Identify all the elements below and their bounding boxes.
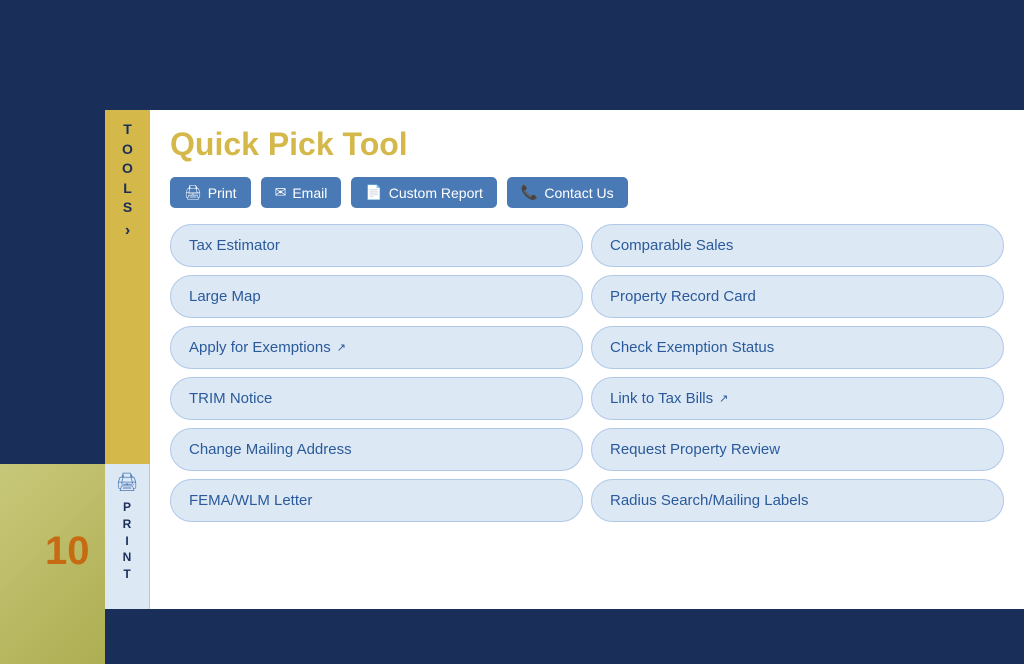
apply-for-exemptions-label: Apply for Exemptions [189, 339, 331, 356]
custom-report-label: Custom Report [389, 185, 483, 201]
tools-grid: Tax Estimator Comparable Sales Large Map… [170, 224, 1004, 522]
radius-search-button[interactable]: Radius Search/Mailing Labels [591, 479, 1004, 522]
print-label: Print [208, 185, 237, 201]
external-link-icon-2: ↗ [719, 392, 728, 405]
tools-label: TOOLS [122, 120, 133, 218]
map-number-10: 10 [45, 529, 90, 574]
external-link-icon: ↗ [337, 341, 346, 354]
property-record-card-label: Property Record Card [610, 288, 756, 305]
trim-notice-button[interactable]: TRIM Notice [170, 377, 583, 420]
main-panel: TOOLS › Quick Pick Tool 🖨 Print ✉ Email … [105, 110, 1024, 609]
check-exemption-status-button[interactable]: Check Exemption Status [591, 326, 1004, 369]
page-title: Quick Pick Tool [170, 126, 1004, 163]
trim-notice-label: TRIM Notice [189, 390, 272, 407]
bottom-strip [105, 609, 1024, 664]
contact-us-label: Contact Us [544, 185, 613, 201]
print-sidebar-label: PRINT [123, 499, 132, 583]
content-area: Quick Pick Tool 🖨 Print ✉ Email 📄 Custom… [150, 110, 1024, 609]
custom-report-icon: 📄 [365, 184, 382, 201]
request-property-review-label: Request Property Review [610, 441, 780, 458]
change-mailing-address-label: Change Mailing Address [189, 441, 352, 458]
comparable-sales-label: Comparable Sales [610, 237, 733, 254]
contact-us-button[interactable]: 📞 Contact Us [507, 177, 628, 208]
tax-estimator-label: Tax Estimator [189, 237, 280, 254]
print-sidebar-icon: 🖨 [116, 472, 139, 493]
check-exemption-status-label: Check Exemption Status [610, 339, 774, 356]
email-label: Email [292, 185, 327, 201]
contact-us-icon: 📞 [521, 184, 538, 201]
fema-wlm-letter-label: FEMA/WLM Letter [189, 492, 312, 509]
tools-arrow: › [125, 222, 130, 240]
link-to-tax-bills-button[interactable]: Link to Tax Bills ↗ [591, 377, 1004, 420]
toolbar: 🖨 Print ✉ Email 📄 Custom Report 📞 Contac… [170, 177, 1004, 208]
property-record-card-button[interactable]: Property Record Card [591, 275, 1004, 318]
apply-for-exemptions-button[interactable]: Apply for Exemptions ↗ [170, 326, 583, 369]
custom-report-button[interactable]: 📄 Custom Report [351, 177, 497, 208]
email-icon: ✉ [275, 184, 287, 201]
email-button[interactable]: ✉ Email [261, 177, 342, 208]
link-to-tax-bills-label: Link to Tax Bills [610, 390, 713, 407]
radius-search-label: Radius Search/Mailing Labels [610, 492, 808, 509]
large-map-label: Large Map [189, 288, 261, 305]
request-property-review-button[interactable]: Request Property Review [591, 428, 1004, 471]
print-button[interactable]: 🖨 Print [170, 177, 251, 208]
tax-estimator-button[interactable]: Tax Estimator [170, 224, 583, 267]
comparable-sales-button[interactable]: Comparable Sales [591, 224, 1004, 267]
top-header [0, 0, 1024, 110]
map-text-enu: ENU [939, 578, 994, 609]
print-icon: 🖨 [184, 184, 202, 201]
fema-wlm-letter-button[interactable]: FEMA/WLM Letter [170, 479, 583, 522]
change-mailing-address-button[interactable]: Change Mailing Address [170, 428, 583, 471]
large-map-button[interactable]: Large Map [170, 275, 583, 318]
map-number-101: 101 [737, 583, 774, 609]
